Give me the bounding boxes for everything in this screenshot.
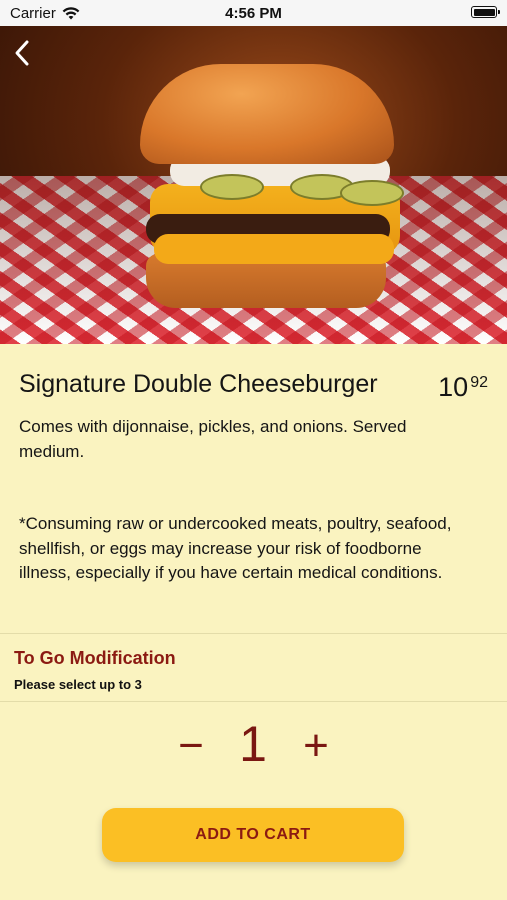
- battery-icon: [471, 6, 500, 18]
- price-dollars: 10: [438, 372, 469, 402]
- price-cents: 92: [470, 374, 488, 391]
- quantity-value: 1: [239, 716, 267, 772]
- modification-subtitle: Please select up to 3: [14, 677, 142, 692]
- decrease-quantity-button[interactable]: −: [174, 720, 208, 772]
- item-photo: [0, 26, 507, 344]
- divider: [0, 701, 507, 702]
- add-to-cart-button[interactable]: ADD TO CART: [102, 808, 404, 862]
- modification-title[interactable]: To Go Modification: [14, 648, 176, 669]
- status-time: 4:56 PM: [225, 5, 282, 22]
- divider: [0, 633, 507, 634]
- item-description: Comes with dijonnaise, pickles, and onio…: [19, 417, 407, 461]
- item-price: 10 92: [438, 372, 488, 403]
- burger-illustration: [140, 64, 408, 324]
- chevron-left-icon: [15, 40, 29, 66]
- status-bar: Carrier 4:56 PM: [0, 0, 507, 26]
- increase-quantity-button[interactable]: +: [298, 720, 334, 772]
- consumption-warning: *Consuming raw or undercooked meats, pou…: [19, 514, 452, 582]
- item-title: Signature Double Cheeseburger: [19, 370, 378, 398]
- back-button[interactable]: [8, 36, 36, 70]
